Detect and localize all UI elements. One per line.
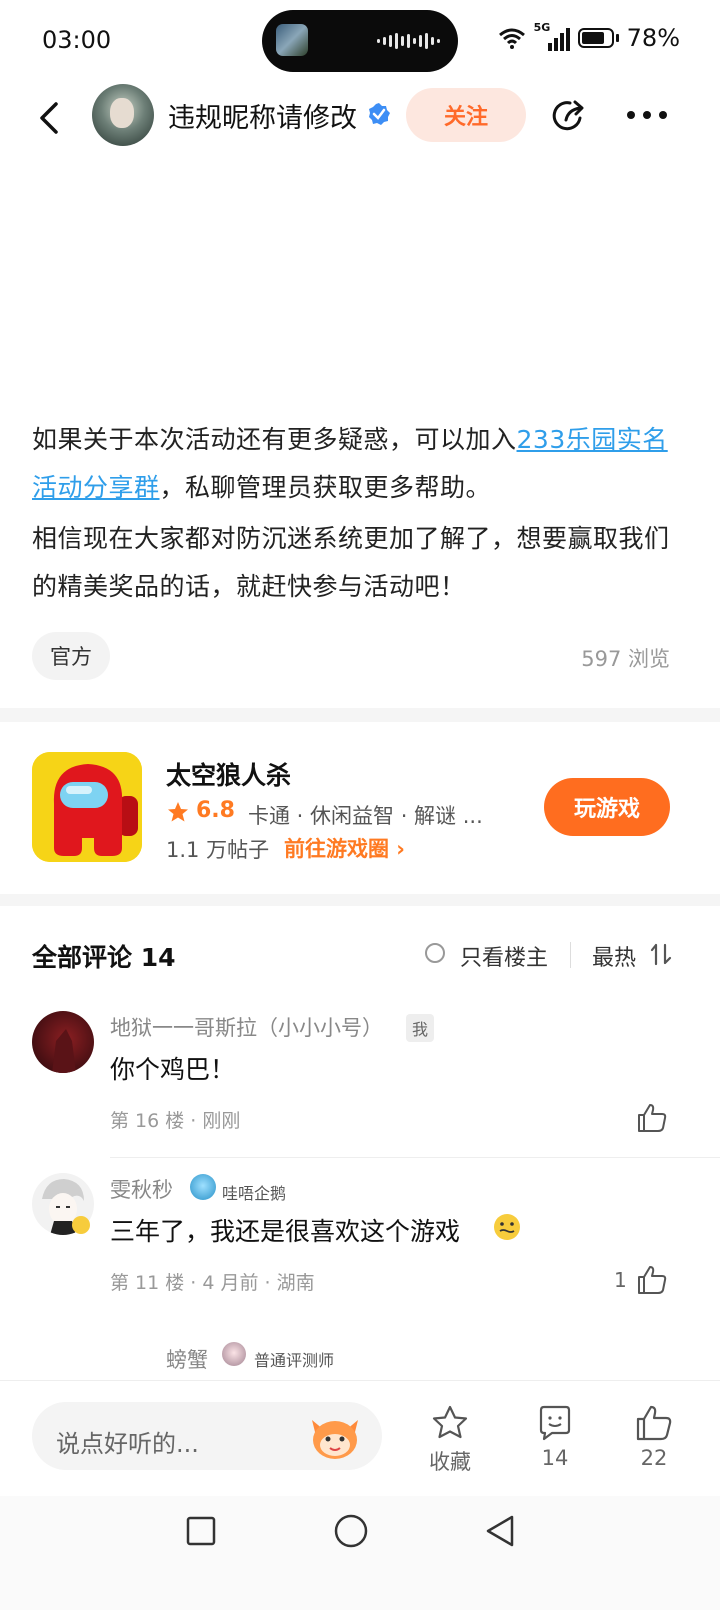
divider bbox=[0, 708, 720, 722]
game-score: 6.8 bbox=[196, 798, 235, 823]
author-avatar[interactable] bbox=[92, 84, 154, 146]
battery-percent: 78% bbox=[626, 24, 680, 52]
comment-text: 你个鸡巴！ bbox=[110, 1055, 236, 1084]
user-badge-text: 普通评测师 bbox=[254, 1351, 335, 1370]
op-only-label[interactable]: 只看楼主 bbox=[460, 940, 548, 972]
collect-label[interactable]: 收藏 bbox=[410, 1446, 490, 1476]
collect-star-icon[interactable] bbox=[431, 1404, 469, 1442]
game-circle-link[interactable]: 前往游戏圈 › bbox=[284, 833, 405, 863]
back-nav-icon[interactable] bbox=[484, 1514, 516, 1548]
comments-title: 全部评论 14 bbox=[32, 943, 176, 972]
network-type: 5G bbox=[533, 21, 551, 34]
game-posts-count: 1.1 万帖子 bbox=[166, 838, 270, 862]
emoji-badge-icon bbox=[72, 1216, 90, 1234]
play-game-button[interactable]: 玩游戏 bbox=[544, 778, 670, 836]
user-badge-text: 哇唔企鹅 bbox=[222, 1184, 287, 1203]
home-icon[interactable] bbox=[333, 1513, 369, 1549]
recent-apps-icon[interactable] bbox=[186, 1516, 216, 1546]
comment-meta: 第 11 楼 · 4 月前 · 湖南 bbox=[110, 1272, 315, 1294]
op-only-radio[interactable] bbox=[425, 943, 445, 963]
sort-icon[interactable] bbox=[650, 942, 672, 966]
game-icon[interactable] bbox=[32, 752, 142, 862]
commenter-avatar[interactable] bbox=[32, 1011, 94, 1073]
share-icon[interactable] bbox=[550, 96, 590, 136]
back-icon[interactable] bbox=[32, 98, 68, 138]
wifi-icon bbox=[498, 28, 525, 49]
like-icon[interactable] bbox=[636, 1264, 668, 1296]
comment-input-placeholder[interactable]: 说点好听的... bbox=[56, 1424, 199, 1459]
signal-icon: 5G bbox=[534, 21, 570, 51]
grimace-emoji-icon bbox=[494, 1214, 520, 1240]
sort-dropdown[interactable]: 最热 bbox=[592, 940, 636, 972]
view-count: 597 浏览 bbox=[581, 647, 670, 671]
comment-icon[interactable] bbox=[536, 1404, 574, 1442]
like-count: 1 bbox=[614, 1268, 627, 1292]
author-name[interactable]: 违规昵称请修改 bbox=[168, 96, 357, 135]
follow-button[interactable]: 关注 bbox=[406, 88, 526, 142]
like-icon[interactable] bbox=[635, 1404, 673, 1442]
me-badge: 我 bbox=[406, 1014, 435, 1042]
divider bbox=[0, 894, 720, 906]
penguin-badge-icon bbox=[190, 1174, 216, 1200]
commenter-name[interactable]: 雯秋秒 bbox=[110, 1174, 173, 1204]
game-title[interactable]: 太空狼人杀 bbox=[166, 756, 291, 792]
mascot-emoji-icon[interactable] bbox=[306, 1412, 364, 1462]
commenter-name[interactable]: 螃蟹 bbox=[166, 1344, 208, 1374]
media-thumbnail bbox=[276, 24, 308, 56]
like-count[interactable]: 22 bbox=[614, 1446, 694, 1470]
article-paragraph-1: 如果关于本次活动还有更多疑惑，可以加入233乐园实名活动分享群，私聊管理员获取更… bbox=[32, 425, 668, 502]
status-time: 03:00 bbox=[42, 26, 112, 54]
reviewer-badge-icon bbox=[222, 1342, 246, 1366]
comment-count[interactable]: 14 bbox=[515, 1446, 595, 1470]
divider bbox=[110, 1157, 720, 1158]
status-icons: 5G 78% bbox=[498, 21, 680, 52]
avatar-image bbox=[52, 1029, 76, 1073]
game-tags: 卡通 · 休闲益智 · 解谜 ... bbox=[248, 804, 483, 828]
star-icon bbox=[168, 802, 188, 822]
like-icon[interactable] bbox=[636, 1102, 668, 1134]
commenter-name[interactable]: 地狱一一哥斯拉（小小小号） bbox=[110, 1012, 383, 1042]
comment-meta: 第 16 楼 · 刚刚 bbox=[110, 1110, 241, 1132]
crewmate-icon bbox=[32, 752, 142, 862]
more-icon[interactable] bbox=[626, 110, 668, 120]
dynamic-island[interactable] bbox=[262, 10, 458, 72]
audio-wave-icon bbox=[377, 32, 440, 50]
verified-icon bbox=[369, 103, 390, 125]
official-tag[interactable]: 官方 bbox=[32, 632, 110, 680]
battery-icon bbox=[577, 28, 614, 48]
article-paragraph-2: 相信现在大家都对防沉迷系统更加了解了，想要赢取我们的精美奖品的话，就赶快参与活动… bbox=[32, 524, 670, 601]
comment-text: 三年了，我还是很喜欢这个游戏 bbox=[110, 1217, 461, 1246]
divider bbox=[570, 942, 571, 968]
